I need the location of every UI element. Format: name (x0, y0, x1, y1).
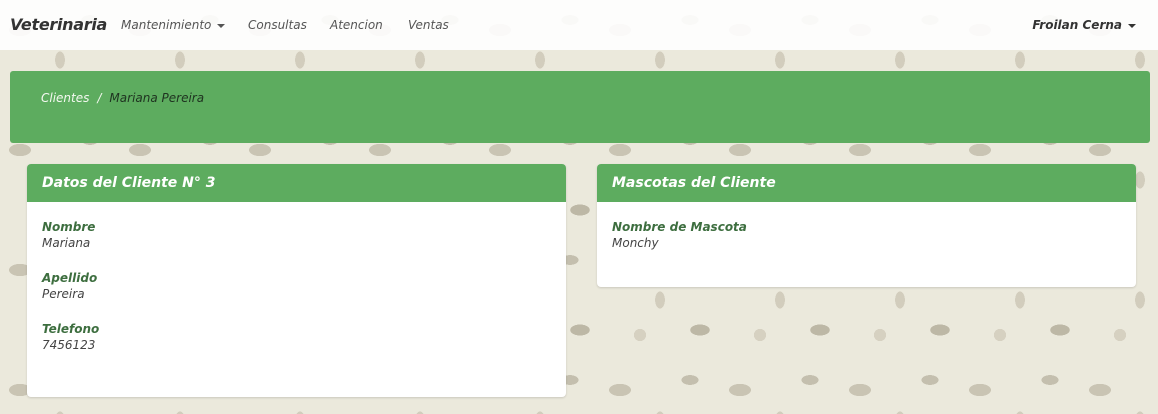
nav-ventas[interactable]: Ventas (408, 18, 449, 32)
nav-mantenimiento[interactable]: Mantenimiento (121, 18, 226, 32)
field-label-nombre: Nombre (42, 220, 96, 234)
brand-logo[interactable]: Veterinaria (10, 15, 107, 34)
field-value-mascota: Monchy (612, 236, 659, 250)
breadcrumb: Clientes / Mariana Pereira (41, 91, 204, 105)
breadcrumb-separator: / (97, 91, 102, 105)
user-name: Froilan Cerna (1032, 18, 1122, 32)
client-data-panel: Datos del Cliente N° 3 Nombre Mariana Ap… (27, 164, 566, 397)
nav-consultas[interactable]: Consultas (248, 18, 307, 32)
caret-down-icon (1128, 23, 1136, 28)
pets-panel-body: Nombre de Mascota Monchy (597, 202, 1136, 281)
pets-panel: Mascotas del Cliente Nombre de Mascota M… (597, 164, 1136, 287)
top-navbar: Veterinaria Mantenimiento Consultas Aten… (0, 0, 1158, 50)
pets-panel-title: Mascotas del Cliente (597, 164, 1136, 202)
user-menu[interactable]: Froilan Cerna (1032, 18, 1136, 32)
field-value-nombre: Mariana (42, 236, 91, 250)
caret-down-icon (217, 23, 226, 28)
field-label-mascota: Nombre de Mascota (612, 220, 747, 234)
breadcrumb-clientes-link[interactable]: Clientes (41, 91, 89, 105)
breadcrumb-bar: Clientes / Mariana Pereira (10, 71, 1150, 143)
nav-mantenimiento-label: Mantenimiento (121, 18, 212, 32)
client-panel-title: Datos del Cliente N° 3 (27, 164, 566, 202)
nav-atencion[interactable]: Atencion (330, 18, 383, 32)
field-value-apellido: Pereira (42, 287, 85, 301)
client-panel-body: Nombre Mariana Apellido Pereira Telefono… (27, 202, 566, 383)
field-label-apellido: Apellido (42, 271, 98, 285)
field-label-telefono: Telefono (42, 322, 100, 336)
breadcrumb-current: Mariana Pereira (109, 91, 205, 105)
field-value-telefono: 7456123 (42, 338, 96, 352)
